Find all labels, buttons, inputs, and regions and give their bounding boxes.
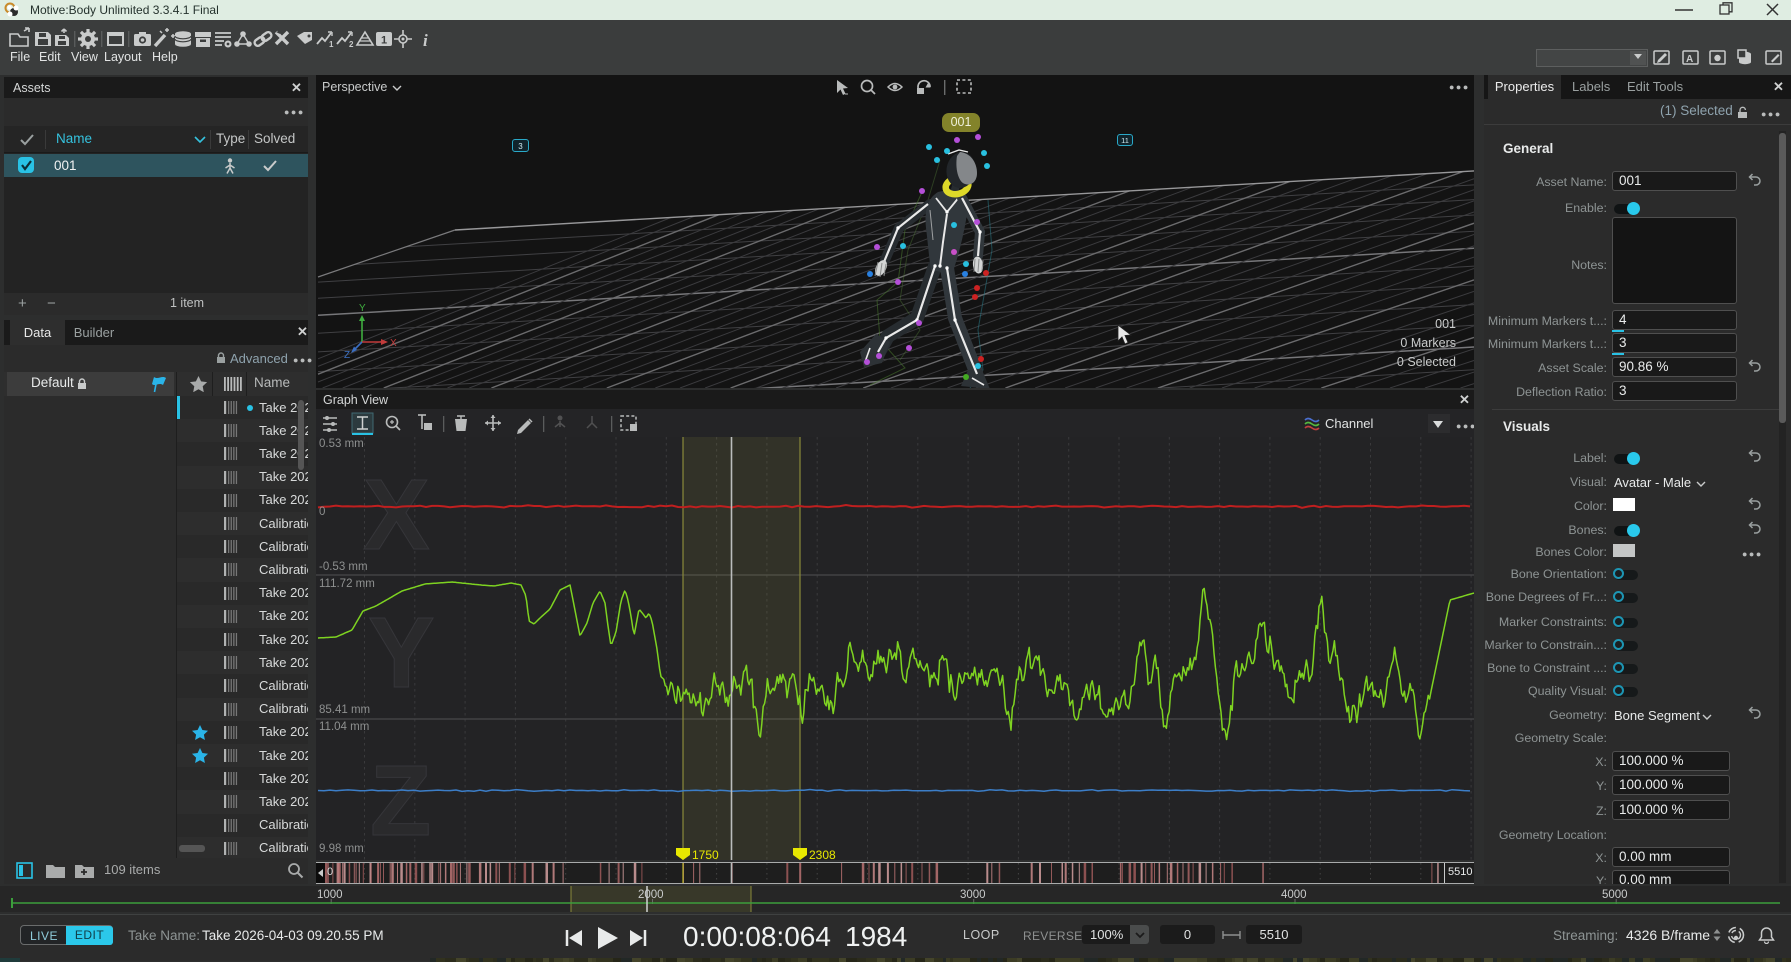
svg-text:1: 1 [381, 35, 387, 47]
svg-text:1000: 1000 [317, 889, 343, 901]
svg-text:5000: 5000 [1602, 889, 1628, 901]
svg-text:Y: Y [368, 597, 435, 709]
svg-text:Y: Y [359, 303, 366, 314]
svg-text:2000: 2000 [638, 889, 664, 901]
svg-text:X: X [390, 338, 397, 349]
svg-text:2308: 2308 [809, 848, 836, 860]
svg-text:Z: Z [370, 745, 431, 857]
svg-text:4000: 4000 [1281, 889, 1307, 901]
svg-text:2: 2 [349, 40, 354, 49]
svg-text:Z: Z [344, 350, 350, 361]
svg-text:3000: 3000 [960, 889, 986, 901]
svg-text:i: i [423, 31, 428, 50]
svg-text:1750: 1750 [692, 848, 719, 860]
svg-text:1: 1 [329, 40, 334, 49]
svg-text:A: A [1686, 54, 1693, 65]
svg-text:X: X [363, 459, 430, 571]
